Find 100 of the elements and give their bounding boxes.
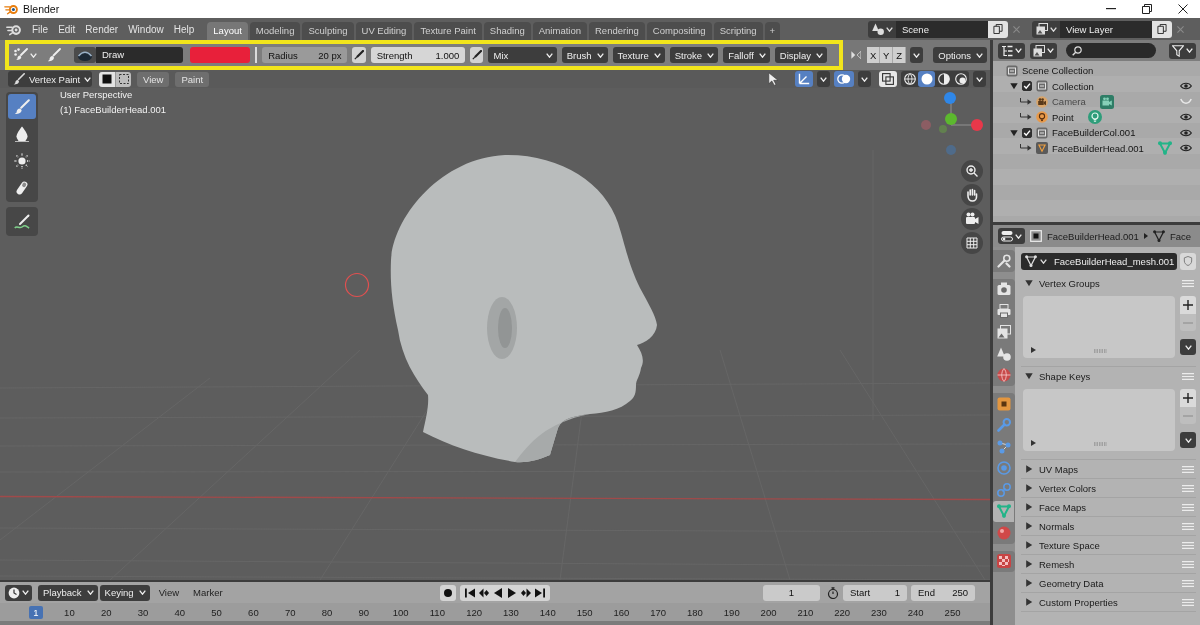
disclosure-triangle-icon[interactable]	[1010, 128, 1018, 137]
menu-item[interactable]: File	[27, 23, 54, 35]
shading-button[interactable]	[952, 71, 969, 87]
eye-icon[interactable]	[1180, 82, 1192, 91]
add-button[interactable]	[1180, 389, 1196, 407]
blend-mode-dropdown[interactable]: Mix	[488, 47, 557, 63]
panel-header[interactable]: Texture Space	[1021, 536, 1196, 554]
search-field[interactable]	[1066, 43, 1156, 58]
color-swatch[interactable]	[190, 47, 251, 63]
keyframe-forward-icon[interactable]	[521, 587, 532, 598]
panel-header[interactable]: Vertex Groups	[1021, 274, 1196, 292]
pressure-button[interactable]	[352, 47, 366, 63]
stopwatch-icon[interactable]	[827, 586, 839, 599]
panel-header[interactable]: Shape Keys	[1021, 367, 1196, 385]
face-mask-button[interactable]	[99, 71, 115, 87]
tree-item-label[interactable]: FaceBuilderCol.001	[1052, 127, 1136, 139]
tree-item-label[interactable]: Collection	[1052, 80, 1094, 92]
editor-type-button[interactable]	[998, 42, 1025, 59]
keyframe-back-icon[interactable]	[479, 587, 490, 598]
brush-preview-icon[interactable]	[74, 47, 96, 63]
record-button[interactable]	[440, 584, 457, 601]
scene-browse-button[interactable]	[868, 20, 896, 38]
brush-name-field[interactable]: Draw	[96, 47, 184, 63]
checkbox[interactable]	[1022, 81, 1032, 92]
hand-icon[interactable]	[961, 184, 983, 206]
workspace-tab[interactable]: Texture Paint	[414, 22, 482, 40]
panel-header[interactable]: Remesh	[1021, 555, 1196, 573]
gizmo-toggle[interactable]	[795, 71, 813, 87]
workspace-tab[interactable]: Layout	[207, 22, 248, 40]
mirror-options-dropdown[interactable]	[910, 47, 924, 63]
checkbox[interactable]	[1022, 127, 1032, 138]
menu-item[interactable]: View	[153, 587, 185, 598]
vertex-mask-button[interactable]	[115, 71, 131, 87]
shading-options-dropdown[interactable]	[973, 71, 986, 87]
play-reverse-icon[interactable]	[493, 587, 504, 598]
menu-item[interactable]: Render	[80, 23, 124, 35]
header-menu-button[interactable]: View	[137, 71, 170, 87]
axis-toggle[interactable]: X	[867, 47, 881, 63]
header-menu-button[interactable]: Paint	[175, 71, 210, 87]
list-field[interactable]	[1023, 389, 1175, 451]
panel-header[interactable]: Normals	[1021, 517, 1196, 535]
overlay-toggle[interactable]	[834, 71, 854, 87]
breadcrumb-item[interactable]: FaceBuilderHead.001	[1047, 230, 1139, 242]
scene-name-field[interactable]: Scene	[896, 20, 988, 38]
menu-item[interactable]: Help	[168, 23, 200, 35]
panel-header[interactable]: UV Maps	[1021, 460, 1196, 478]
add-button[interactable]	[1180, 296, 1196, 314]
options-dropdown[interactable]: Options	[933, 47, 987, 63]
panel-header[interactable]: Geometry Data	[1021, 574, 1196, 592]
eye-icon[interactable]	[1180, 144, 1192, 153]
tree-item-label[interactable]: Scene Collection	[1022, 65, 1094, 77]
pressure-button[interactable]	[470, 47, 484, 63]
specials-dropdown[interactable]	[1180, 339, 1196, 355]
tool-button[interactable]	[8, 94, 36, 119]
xray-button[interactable]	[879, 71, 897, 87]
panel-header[interactable]: Face Maps	[1021, 498, 1196, 516]
mode-dropdown[interactable]: Vertex Paint	[8, 71, 92, 87]
strength-field[interactable]: Strength 1.000	[370, 47, 466, 63]
workspace-tab[interactable]: Scripting	[713, 22, 763, 40]
filter-button[interactable]	[1169, 42, 1196, 59]
start-frame-field[interactable]: Start 1	[843, 584, 907, 601]
grid-icon[interactable]	[961, 232, 983, 254]
new-scene-button[interactable]	[988, 20, 1008, 38]
axis-toggle[interactable]: Y	[880, 47, 894, 63]
add-workspace-tab[interactable]: +	[764, 22, 781, 40]
zoom-icon[interactable]	[961, 160, 983, 182]
menu-item[interactable]: Marker	[188, 587, 228, 598]
timeline-menu-dropdown[interactable]: Playback	[38, 584, 98, 601]
radius-field[interactable]: Radius 20 px	[262, 47, 348, 63]
workspace-tab[interactable]: Animation	[532, 22, 587, 40]
display-mode-button[interactable]	[1030, 42, 1057, 59]
workspace-tab[interactable]: Sculpting	[302, 22, 354, 40]
menu-item[interactable]: Window	[123, 23, 169, 35]
new-view-layer-button[interactable]	[1152, 20, 1172, 38]
view-layer-browse-button[interactable]	[1032, 20, 1060, 38]
restore-icon[interactable]	[1142, 4, 1152, 14]
camera-icon[interactable]	[961, 208, 983, 230]
panel-header[interactable]: Custom Properties	[1021, 593, 1196, 611]
shading-button[interactable]	[935, 71, 952, 87]
specials-dropdown[interactable]	[1180, 432, 1196, 448]
cursor-icon[interactable]	[768, 72, 779, 86]
frame-ruler[interactable]: 1 10 20 30 40 50 60 70 80 90 100 110 120 130 140 150 160 170 180 190 200 210 220 230 240 250	[0, 603, 990, 625]
timeline-menu-dropdown[interactable]: Keying	[99, 584, 150, 601]
play-icon[interactable]	[507, 587, 518, 598]
axis-toggle[interactable]: Z	[893, 47, 907, 63]
end-frame-field[interactable]: End 250	[911, 584, 975, 601]
editor-type-button[interactable]	[5, 584, 32, 601]
jump-start-icon[interactable]	[465, 587, 476, 598]
bulb-icon[interactable]	[1087, 110, 1102, 125]
header-menu-button[interactable]: Stroke	[669, 47, 719, 63]
disclosure-triangle-icon[interactable]	[1010, 82, 1018, 91]
minimize-icon[interactable]	[1106, 8, 1116, 10]
header-menu-button[interactable]: Texture	[612, 47, 665, 63]
editor-type-button[interactable]	[998, 228, 1025, 244]
workspace-tab[interactable]: Modeling	[249, 22, 301, 40]
menu-item[interactable]: Edit	[53, 23, 81, 35]
panel-header[interactable]: Vertex Colors	[1021, 479, 1196, 497]
header-menu-button[interactable]: Falloff	[723, 47, 770, 63]
tree-item-label[interactable]: Camera	[1052, 96, 1086, 108]
header-menu-button[interactable]: Display	[774, 47, 827, 63]
